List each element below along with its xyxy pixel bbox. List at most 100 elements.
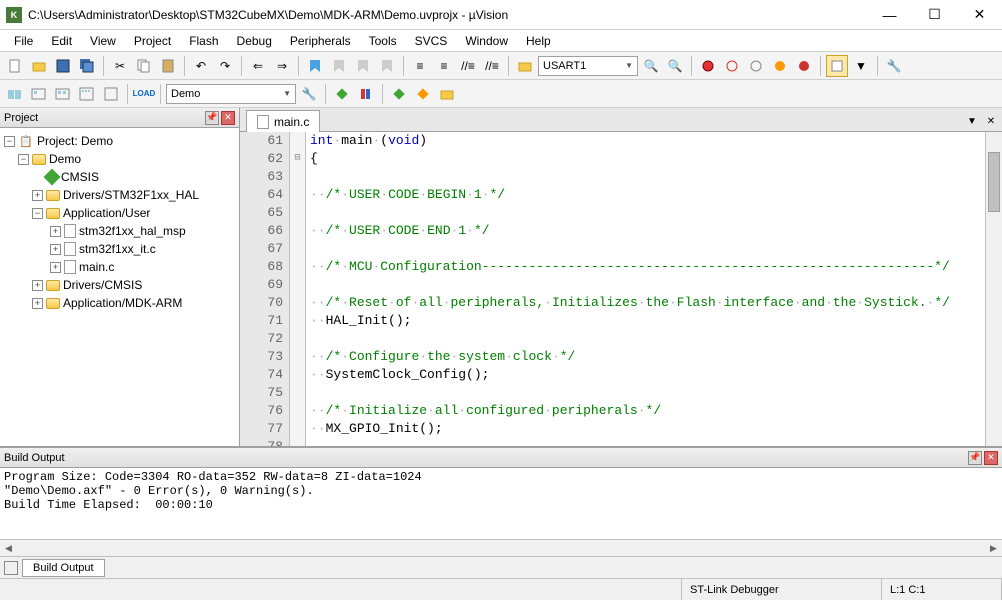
folder-icon xyxy=(46,208,60,219)
menu-view[interactable]: View xyxy=(82,32,124,50)
window-icon[interactable] xyxy=(826,55,848,77)
redo-icon[interactable]: ↷ xyxy=(214,55,236,77)
target-options-icon[interactable]: 🔧 xyxy=(298,83,320,105)
nav-back-icon[interactable]: ⇐ xyxy=(247,55,269,77)
tree-file[interactable]: +stm32f1xx_it.c xyxy=(2,240,237,258)
indent-icon[interactable]: ≡ xyxy=(409,55,431,77)
download-icon[interactable]: LOAD xyxy=(133,83,155,105)
menubar: FileEditViewProjectFlashDebugPeripherals… xyxy=(0,30,1002,52)
scrollbar-thumb[interactable] xyxy=(988,152,1000,212)
panel-pin-icon[interactable]: 📌 xyxy=(968,451,982,465)
build-icon[interactable] xyxy=(28,83,50,105)
code-area[interactable]: 6162636465666768697071727374757677787980… xyxy=(240,132,1002,446)
project-tree[interactable]: −📋Project: Demo −Demo CMSIS +Drivers/STM… xyxy=(0,128,239,446)
build-output-tab[interactable]: Build Output xyxy=(22,559,105,577)
panel-close-icon[interactable]: ✕ xyxy=(221,111,235,125)
tree-group[interactable]: +Drivers/STM32F1xx_HAL xyxy=(2,186,237,204)
tab-icon xyxy=(4,561,18,575)
line-gutter: 6162636465666768697071727374757677787980 xyxy=(240,132,290,446)
horizontal-scrollbar[interactable]: ◀ ▶ xyxy=(0,539,1002,556)
tree-group[interactable]: −Application/User xyxy=(2,204,237,222)
tab-close-icon[interactable]: ✕ xyxy=(983,113,999,129)
paste-icon[interactable] xyxy=(157,55,179,77)
menu-debug[interactable]: Debug xyxy=(229,32,280,50)
tree-group[interactable]: +Drivers/CMSIS xyxy=(2,276,237,294)
open-icon[interactable] xyxy=(28,55,50,77)
outdent-icon[interactable]: ≡ xyxy=(433,55,455,77)
breakpoint2-icon[interactable] xyxy=(745,55,767,77)
menu-help[interactable]: Help xyxy=(518,32,559,50)
editor-tab-label: main.c xyxy=(274,115,309,129)
minimize-button[interactable]: — xyxy=(867,0,912,30)
breakpoint4-icon[interactable] xyxy=(793,55,815,77)
find-icon[interactable] xyxy=(514,55,536,77)
find-in-files-icon[interactable]: 🔍 xyxy=(640,55,662,77)
build-output-panel: Build Output 📌 ✕ Program Size: Code=3304… xyxy=(0,446,1002,556)
file-icon xyxy=(64,260,76,274)
menu-file[interactable]: File xyxy=(6,32,41,50)
config-icon[interactable]: 🔧 xyxy=(883,55,905,77)
pack3-icon[interactable] xyxy=(436,83,458,105)
window2-icon[interactable]: ▼ xyxy=(850,55,872,77)
menu-tools[interactable]: Tools xyxy=(361,32,405,50)
editor: main.c ▼ ✕ 61626364656667686970717273747… xyxy=(240,108,1002,446)
rebuild-icon[interactable] xyxy=(52,83,74,105)
pack2-icon[interactable] xyxy=(412,83,434,105)
panel-pin-icon[interactable]: 📌 xyxy=(205,111,219,125)
close-button[interactable]: ✕ xyxy=(957,0,1002,30)
menu-project[interactable]: Project xyxy=(126,32,179,50)
breakpoint3-icon[interactable] xyxy=(769,55,791,77)
pack-icon[interactable] xyxy=(388,83,410,105)
find-combo[interactable]: USART1▼ xyxy=(538,56,638,76)
statusbar: ST-Link Debugger L:1 C:1 xyxy=(0,578,1002,600)
build-output-text[interactable]: Program Size: Code=3304 RO-data=352 RW-d… xyxy=(0,468,1002,539)
bookmark-prev-icon[interactable] xyxy=(328,55,350,77)
cut-icon[interactable]: ✂ xyxy=(109,55,131,77)
status-debugger: ST-Link Debugger xyxy=(682,579,882,600)
tree-group[interactable]: CMSIS xyxy=(2,168,237,186)
batch-build-icon[interactable] xyxy=(76,83,98,105)
tab-dropdown-icon[interactable]: ▼ xyxy=(964,113,980,129)
file-icon xyxy=(64,242,76,256)
menu-edit[interactable]: Edit xyxy=(43,32,80,50)
menu-svcs[interactable]: SVCS xyxy=(407,32,456,50)
save-icon[interactable] xyxy=(52,55,74,77)
maximize-button[interactable]: ☐ xyxy=(912,0,957,30)
breakpoint-icon[interactable] xyxy=(721,55,743,77)
save-all-icon[interactable] xyxy=(76,55,98,77)
uncomment-icon[interactable]: //≡ xyxy=(481,55,503,77)
target-combo[interactable]: Demo▼ xyxy=(166,84,296,104)
comment-icon[interactable]: //≡ xyxy=(457,55,479,77)
nav-fwd-icon[interactable]: ⇒ xyxy=(271,55,293,77)
scroll-right-icon[interactable]: ▶ xyxy=(985,540,1002,556)
debug-icon[interactable] xyxy=(697,55,719,77)
stop-build-icon[interactable] xyxy=(100,83,122,105)
panel-close-icon[interactable]: ✕ xyxy=(984,451,998,465)
project-panel-header: Project 📌 ✕ xyxy=(0,108,239,128)
undo-icon[interactable]: ↶ xyxy=(190,55,212,77)
tree-group[interactable]: +Application/MDK-ARM xyxy=(2,294,237,312)
new-file-icon[interactable] xyxy=(4,55,26,77)
copy-icon[interactable] xyxy=(133,55,155,77)
menu-window[interactable]: Window xyxy=(457,32,516,50)
scroll-left-icon[interactable]: ◀ xyxy=(0,540,17,556)
tree-target[interactable]: −Demo xyxy=(2,150,237,168)
toolbar-build: LOAD Demo▼ 🔧 xyxy=(0,80,1002,108)
books-icon[interactable] xyxy=(355,83,377,105)
incremental-find-icon[interactable]: 🔍 xyxy=(664,55,686,77)
vertical-scrollbar[interactable] xyxy=(985,132,1002,446)
translate-icon[interactable] xyxy=(4,83,26,105)
manage-rt-icon[interactable] xyxy=(331,83,353,105)
tree-file[interactable]: +main.c xyxy=(2,258,237,276)
find-combo-value: USART1 xyxy=(543,60,586,72)
bookmark-next-icon[interactable] xyxy=(352,55,374,77)
menu-flash[interactable]: Flash xyxy=(181,32,226,50)
editor-tab[interactable]: main.c xyxy=(246,110,320,132)
bookmark-clear-icon[interactable] xyxy=(376,55,398,77)
menu-peripherals[interactable]: Peripherals xyxy=(282,32,359,50)
fold-gutter[interactable]: ⊟ xyxy=(290,132,306,446)
tree-root[interactable]: −📋Project: Demo xyxy=(2,132,237,150)
code-text[interactable]: int·main·(void){··/*·USER·CODE·BEGIN·1·*… xyxy=(306,132,985,446)
tree-file[interactable]: +stm32f1xx_hal_msp xyxy=(2,222,237,240)
bookmark-icon[interactable] xyxy=(304,55,326,77)
